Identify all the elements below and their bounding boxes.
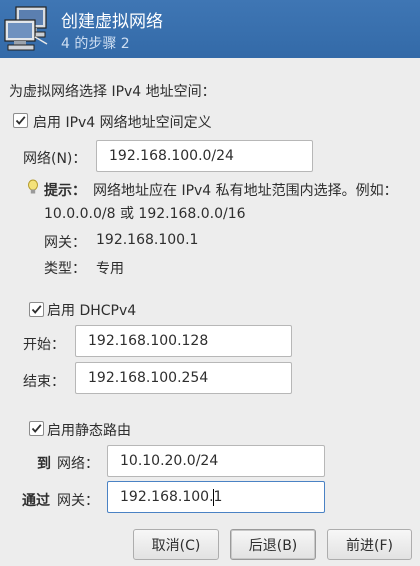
forward-button[interactable]: 前进(F): [327, 529, 412, 560]
network-input[interactable]: [96, 140, 313, 172]
route-to-input[interactable]: [107, 445, 325, 477]
route-to-label: 网络：: [57, 456, 99, 472]
ipv4-prompt: 为虚拟网络选择 IPv4 地址空间：: [9, 84, 216, 100]
back-button[interactable]: 后退(B): [230, 529, 316, 560]
window-title: 创建虚拟网络: [61, 12, 163, 32]
type-value: 专用: [96, 261, 124, 277]
cancel-button[interactable]: 取消(C): [133, 529, 219, 560]
hint-text-line1: 网络地址应在 IPv4 私有地址范围内选择。例如：: [93, 183, 398, 199]
gateway-label: 网关：: [44, 235, 86, 251]
text-caret: [213, 489, 214, 506]
checkmark-icon: [31, 424, 42, 433]
lightbulb-icon: [28, 179, 38, 194]
hint-label: 提示：: [44, 183, 86, 199]
gateway-value: 192.168.100.1: [96, 232, 199, 248]
static-route-enable-label: 启用静态路由: [47, 423, 131, 439]
dhcp-start-label: 开始：: [23, 337, 65, 353]
dhcp-enable-label: 启用 DHCPv4: [47, 303, 137, 319]
route-via-label: 网关：: [57, 493, 99, 509]
wizard-header: 创建虚拟网络 4 的步骤 2: [0, 0, 420, 58]
checkmark-icon: [15, 116, 26, 125]
static-route-enable-checkbox[interactable]: [29, 421, 44, 436]
dhcp-end-label: 结束：: [23, 374, 65, 390]
hint-text-line2: 10.0.0.0/8 或 192.168.0.0/16: [44, 206, 246, 222]
dhcp-enable-checkbox[interactable]: [29, 302, 44, 317]
checkmark-icon: [31, 305, 42, 314]
ipv4-enable-label: 启用 IPv4 网络地址空间定义: [33, 115, 212, 131]
network-label: 网络(N)：: [23, 151, 87, 167]
step-indicator: 4 的步骤 2: [61, 36, 130, 52]
dhcp-start-input[interactable]: [75, 325, 292, 357]
network-computers-icon: [4, 6, 48, 51]
route-via-input[interactable]: [107, 481, 325, 513]
route-via-bold-label: 通过: [22, 493, 50, 509]
ipv4-enable-checkbox[interactable]: [13, 113, 28, 128]
type-label: 类型：: [44, 261, 86, 277]
dhcp-end-input[interactable]: [75, 362, 292, 394]
route-to-bold-label: 到: [37, 456, 51, 472]
